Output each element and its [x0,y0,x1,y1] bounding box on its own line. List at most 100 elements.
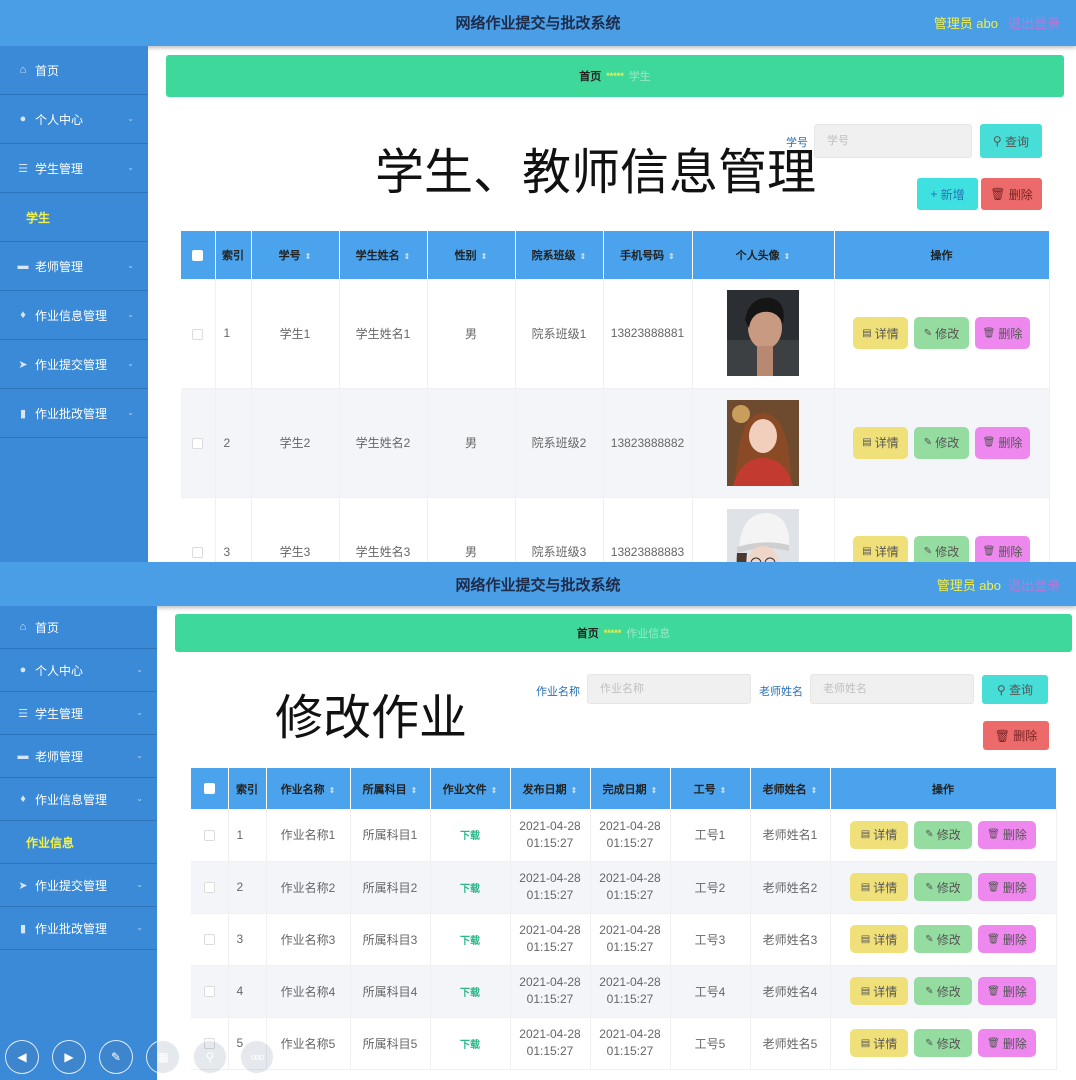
detail-button[interactable]: ▤ 详情 [850,820,908,849]
edit-button[interactable]: ✎ 修改 [914,873,972,901]
sidebar-item-2[interactable]: ☰ 学生管理 ⌄ [0,144,148,193]
edit-button[interactable]: ✎ 修改 [914,535,969,562]
row-checkbox[interactable] [192,437,204,449]
delete-button[interactable]: 🗑 删除 [978,1029,1036,1057]
column-header-2[interactable]: 学号 ⇕ [251,231,340,279]
zoom-icon[interactable]: ⚲ [193,1040,227,1074]
detail-button[interactable]: ▤ 详情 [853,535,908,562]
detail-button[interactable]: ▤ 详情 [853,317,908,350]
bulk-delete-button[interactable]: 🗑 删除 [981,178,1042,210]
current-user[interactable]: 管理员 abo [937,575,1001,594]
column-header-4[interactable]: 作业文件 ⇕ [430,768,511,809]
search-button[interactable]: ⚲ 查询 [982,675,1048,704]
download-link[interactable]: 下载 [460,831,480,842]
delete-button[interactable]: 🗑 删除 [975,535,1030,562]
logout-link[interactable]: 退出登录 [1008,13,1060,32]
sort-icon[interactable]: ⇕ [811,786,818,795]
sort-icon[interactable]: ⇕ [580,252,587,261]
sort-icon[interactable]: ⇕ [329,786,336,795]
current-user[interactable]: 管理员 abo [934,13,998,32]
sidebar-item-1[interactable]: ● 个人中心 ⌄ [0,95,148,144]
column-header-5[interactable]: 发布日期 ⇕ [510,768,591,809]
delete-button[interactable]: 🗑 删除 [978,925,1036,953]
row-checkbox[interactable] [203,986,215,998]
delete-button[interactable]: 🗑 删除 [978,977,1036,1005]
sidebar-item-0[interactable]: ⌂ 首页 [0,606,157,649]
column-header-0[interactable] [181,231,216,279]
download-link[interactable]: 下载 [460,936,480,947]
edit-button[interactable]: ✎ 修改 [914,426,969,459]
sidebar-item-4[interactable]: ▬ 老师管理 ⌄ [0,242,148,291]
sidebar-item-3[interactable]: 学生 [0,193,148,242]
sidebar-item-2[interactable]: ☰ 学生管理 ⌄ [0,692,157,735]
detail-button[interactable]: ▤ 详情 [853,426,908,459]
sort-icon[interactable]: ⇕ [668,252,675,261]
column-header-7[interactable]: 个人头像 ⇕ [692,231,835,279]
breadcrumb-home[interactable]: 首页 [579,68,601,84]
column-header-8[interactable]: 老师姓名 ⇕ [750,768,831,809]
column-header-5[interactable]: 院系班级 ⇕ [515,231,604,279]
sidebar-item-1[interactable]: ● 个人中心 ⌄ [0,649,157,692]
download-link[interactable]: 下载 [460,1040,480,1051]
sidebar-item-5[interactable]: 作业信息 [0,821,157,864]
column-header-0[interactable] [191,768,229,809]
sidebar-item-4[interactable]: ♦ 作业信息管理 ⌄ [0,778,157,821]
sidebar-item-0[interactable]: ⌂ 首页 [0,46,148,95]
sort-icon[interactable]: ⇕ [571,786,578,795]
edit-button[interactable]: ✎ 修改 [914,820,972,849]
edit-button[interactable]: ✎ 修改 [914,977,972,1005]
column-header-2[interactable]: 作业名称 ⇕ [266,768,351,809]
column-header-3[interactable]: 所属科目 ⇕ [350,768,431,809]
search-button[interactable]: ⚲ 查询 [980,124,1042,158]
column-header-4[interactable]: 性别 ⇕ [427,231,516,279]
column-header-6[interactable]: 完成日期 ⇕ [590,768,671,809]
delete-button[interactable]: 🗑 删除 [975,426,1030,459]
sort-icon[interactable]: ⇕ [404,252,411,261]
sidebar-item-7[interactable]: ▮ 作业批改管理 ⌄ [0,907,157,950]
row-checkbox[interactable] [192,328,204,340]
row-checkbox[interactable] [203,882,215,894]
homework-name-input[interactable]: 作业名称 [587,674,751,704]
sort-icon[interactable]: ⇕ [720,786,727,795]
sort-icon[interactable]: ⇕ [491,786,498,795]
select-all-checkbox[interactable] [203,783,215,795]
select-all-checkbox[interactable] [192,249,204,261]
add-button[interactable]: + 新增 [917,178,978,210]
back-icon[interactable]: ◀ [5,1040,39,1074]
row-checkbox[interactable] [192,546,204,558]
edit-button[interactable]: ✎ 修改 [914,925,972,953]
forward-icon[interactable]: ▶ [52,1040,86,1074]
download-link[interactable]: 下载 [460,988,480,999]
sort-icon[interactable]: ⇕ [305,252,312,261]
sidebar-item-5[interactable]: ♦ 作业信息管理 ⌄ [0,291,148,340]
detail-button[interactable]: ▤ 详情 [850,1029,908,1057]
column-header-3[interactable]: 学生姓名 ⇕ [339,231,428,279]
edit-button[interactable]: ✎ 修改 [914,317,969,350]
sidebar-item-7[interactable]: ▮ 作业批改管理 ⌄ [0,389,148,438]
sidebar-item-6[interactable]: ➤ 作业提交管理 ⌄ [0,340,148,389]
detail-button[interactable]: ▤ 详情 [850,925,908,953]
bulk-delete-button[interactable]: 🗑 删除 [983,721,1049,750]
sort-icon[interactable]: ⇕ [411,786,418,795]
row-checkbox[interactable] [203,830,215,842]
delete-button[interactable]: 🗑 删除 [975,317,1030,350]
more-icon[interactable]: ooo [240,1040,274,1074]
sort-icon[interactable]: ⇕ [651,786,658,795]
delete-button[interactable]: 🗑 删除 [978,820,1036,849]
edit-button[interactable]: ✎ 修改 [914,1029,972,1057]
sidebar-item-6[interactable]: ➤ 作业提交管理 ⌄ [0,864,157,907]
sort-icon[interactable]: ⇕ [784,252,791,261]
detail-button[interactable]: ▤ 详情 [850,873,908,901]
detail-button[interactable]: ▤ 详情 [850,977,908,1005]
row-checkbox[interactable] [203,934,215,946]
student-no-input[interactable]: 学号 [814,124,972,158]
teacher-name-input[interactable]: 老师姓名 [810,674,974,704]
sort-icon[interactable]: ⇕ [481,252,488,261]
column-header-6[interactable]: 手机号码 ⇕ [603,231,693,279]
sidebar-item-3[interactable]: ▬ 老师管理 ⌄ [0,735,157,778]
logout-link[interactable]: 退出登录 [1008,575,1060,594]
grid-icon[interactable]: ▦ [146,1040,180,1074]
column-header-7[interactable]: 工号 ⇕ [670,768,751,809]
delete-button[interactable]: 🗑 删除 [978,873,1036,901]
breadcrumb-home[interactable]: 首页 [577,625,599,641]
